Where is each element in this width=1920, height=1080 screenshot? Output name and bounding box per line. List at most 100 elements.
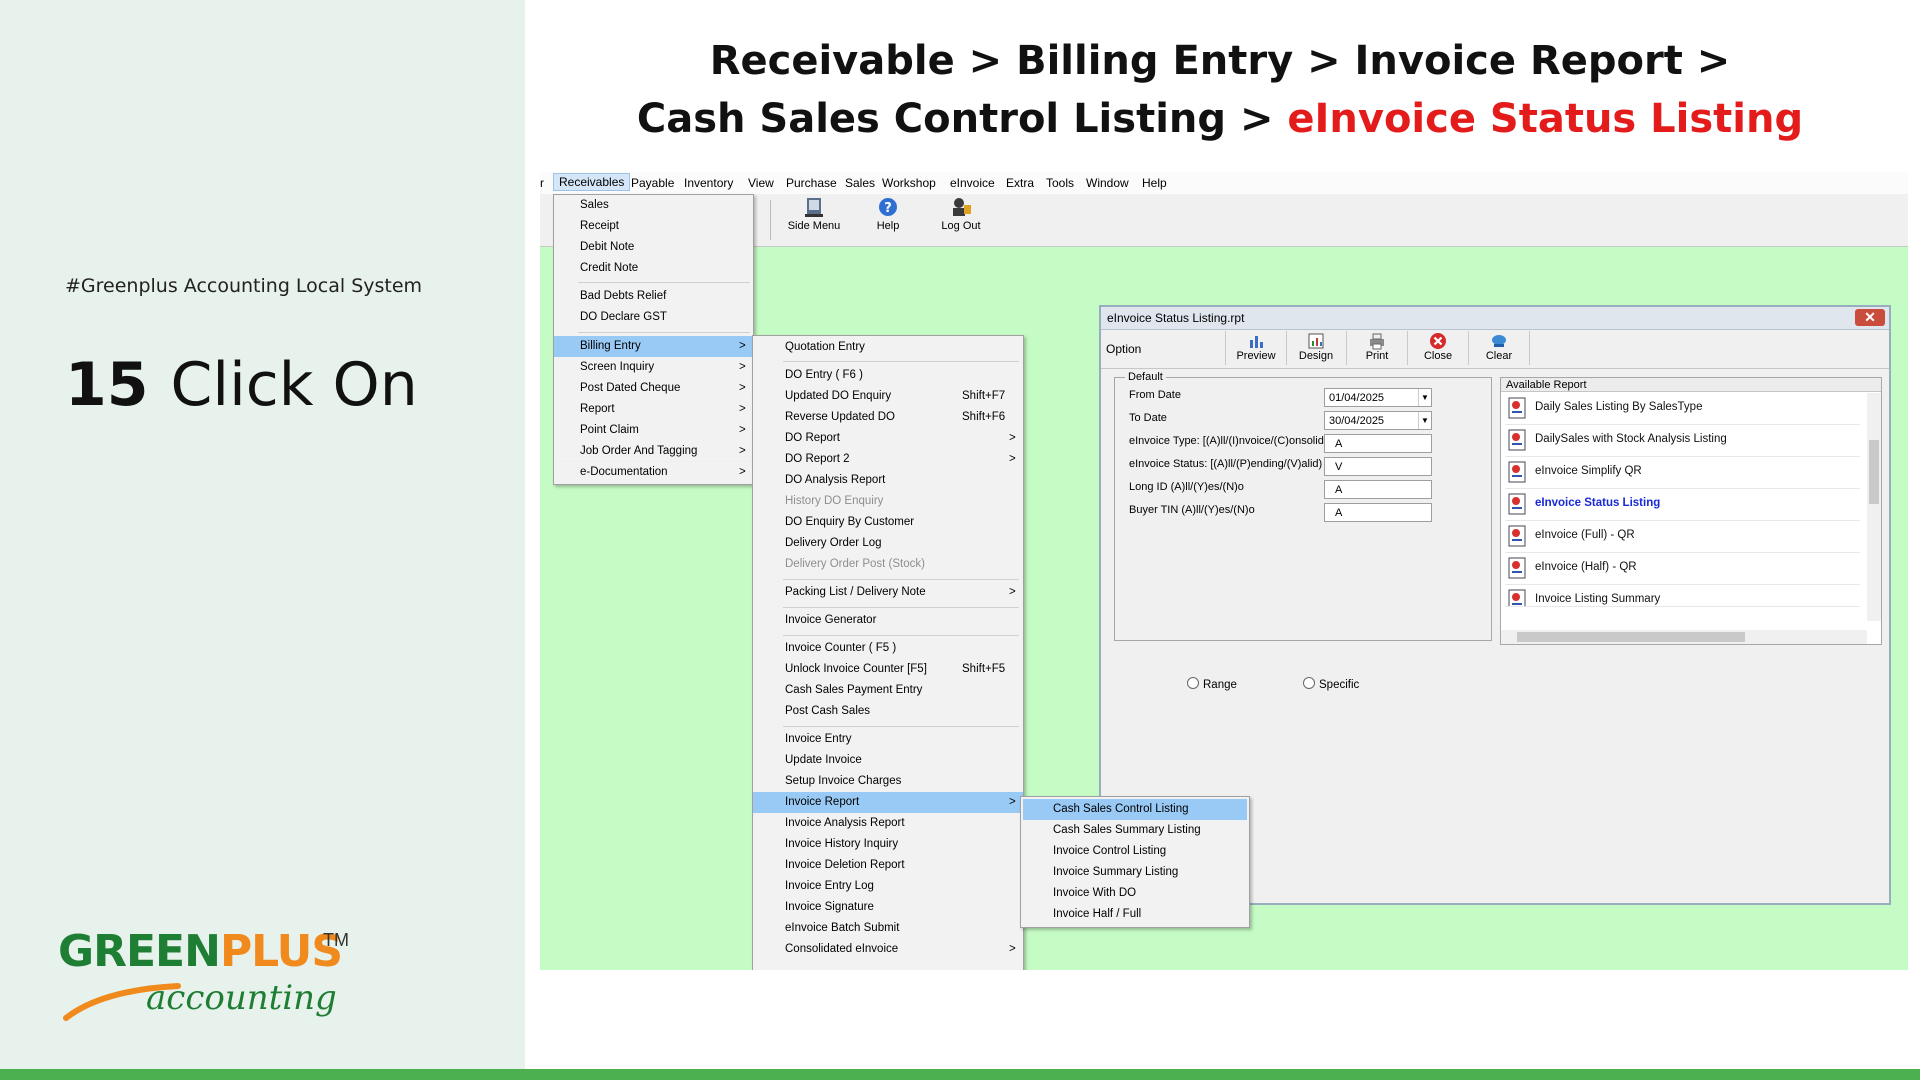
window-close-button[interactable]: ✕ [1855,309,1885,326]
menu-item-delivery-order-log[interactable]: Delivery Order Log [753,533,1023,554]
to-date-field[interactable]: 30/04/2025 ▼ [1324,411,1432,430]
specific-radio[interactable]: Specific [1303,677,1359,691]
menu-item-invoice-half-full[interactable]: Invoice Half / Full [1021,904,1249,925]
menu-view[interactable]: View [748,176,774,190]
menu-item-invoice-report[interactable]: Invoice Report > [753,792,1023,813]
menu-window[interactable]: Window [1086,176,1129,190]
menu-help[interactable]: Help [1142,176,1167,190]
horizontal-scrollbar[interactable] [1501,630,1867,644]
menu-item-billing-entry[interactable]: Billing Entry > [554,336,753,357]
close-button[interactable]: Close [1408,331,1469,365]
menu-clipped-item[interactable]: r [540,176,544,190]
menu-item-invoice-history-inquiry[interactable]: Invoice History Inquiry [753,834,1023,855]
menu-extra[interactable]: Extra [1006,176,1034,190]
menu-item-setup-invoice-charges[interactable]: Setup Invoice Charges [753,771,1023,792]
menu-item-do-report[interactable]: DO Report > [753,428,1023,449]
report-list-item[interactable]: eInvoice Simplify QR [1505,456,1860,489]
menu-item-sales[interactable]: Sales [554,195,753,216]
report-list-item[interactable]: DailySales with Stock Analysis Listing [1505,424,1860,457]
menu-tools[interactable]: Tools [1046,176,1074,190]
menu-item-invoice-control-listing[interactable]: Invoice Control Listing [1021,841,1249,862]
report-list-item[interactable]: eInvoice (Full) - QR [1505,520,1860,553]
report-list-item[interactable]: eInvoice (Half) - QR [1505,552,1860,585]
menu-item-invoice-summary-listing[interactable]: Invoice Summary Listing [1021,862,1249,883]
menu-sales[interactable]: Sales [845,176,875,190]
menu-item-invoice-signature[interactable]: Invoice Signature [753,897,1023,918]
menu-item-invoice-entry-log[interactable]: Invoice Entry Log [753,876,1023,897]
clear-button[interactable]: Clear [1469,331,1530,365]
scrollbar-thumb[interactable] [1517,632,1745,642]
report-list-item-selected[interactable]: eInvoice Status Listing [1505,488,1860,521]
menu-separator [783,607,1019,608]
print-button[interactable]: Print [1347,331,1408,365]
menu-item-do-declare-gst[interactable]: DO Declare GST [554,307,753,328]
menu-item-invoice-entry[interactable]: Invoice Entry [753,729,1023,750]
scrollbar-thumb[interactable] [1869,440,1879,504]
menu-item-unlock-invoice-counter[interactable]: Unlock Invoice Counter [F5] Shift+F5 [753,659,1023,680]
menu-item-do-enquiry-by-customer[interactable]: DO Enquiry By Customer [753,512,1023,533]
menu-item-label: Invoice Summary Listing [1053,866,1179,878]
menu-receivables[interactable]: Receivables [553,173,631,191]
menu-item-point-claim[interactable]: Point Claim > [554,420,753,441]
toolbar-separator [770,200,771,240]
menu-item-invoice-with-do[interactable]: Invoice With DO [1021,883,1249,904]
side-menu-button[interactable]: Side Menu [786,196,842,232]
menu-item-post-dated-cheque[interactable]: Post Dated Cheque > [554,378,753,399]
menu-item-do-entry[interactable]: DO Entry ( F6 ) [753,365,1023,386]
design-button[interactable]: Design [1286,331,1347,365]
from-date-field[interactable]: 01/04/2025 ▼ [1324,388,1432,407]
menu-item-post-cash-sales[interactable]: Post Cash Sales [753,701,1023,722]
menu-item-reverse-updated-do[interactable]: Reverse Updated DO Shift+F6 [753,407,1023,428]
menu-item-cash-sales-control-listing[interactable]: Cash Sales Control Listing [1023,799,1247,820]
report-list-item-label: eInvoice Simplify QR [1535,465,1642,477]
menu-item-cash-sales-payment-entry[interactable]: Cash Sales Payment Entry [753,680,1023,701]
chevron-down-icon[interactable]: ▼ [1418,412,1431,429]
menu-item-e-documentation[interactable]: e-Documentation > [554,462,753,483]
menu-item-invoice-analysis-report[interactable]: Invoice Analysis Report [753,813,1023,834]
menu-item-debit-note[interactable]: Debit Note [554,237,753,258]
vertical-scrollbar[interactable] [1867,393,1881,621]
report-list-item-label: Daily Sales Listing By SalesType [1535,401,1703,413]
menu-item-label: Invoice Control Listing [1053,845,1167,857]
menu-item-invoice-counter[interactable]: Invoice Counter ( F5 ) [753,638,1023,659]
menu-item-do-report-2[interactable]: DO Report 2 > [753,449,1023,470]
menu-einvoice[interactable]: eInvoice [950,176,995,190]
chevron-right-icon: > [739,445,746,457]
help-button[interactable]: ? Help [870,196,906,232]
menu-item-update-invoice[interactable]: Update Invoice [753,750,1023,771]
einvoice-status-field[interactable]: V [1324,457,1432,476]
preview-button[interactable]: Preview [1225,331,1287,365]
menu-item-consolidated-einvoice[interactable]: Consolidated eInvoice > [753,939,1023,960]
menu-inventory[interactable]: Inventory [684,176,733,190]
menu-item-receipt[interactable]: Receipt [554,216,753,237]
menu-item-do-analysis-report[interactable]: DO Analysis Report [753,470,1023,491]
menu-payable[interactable]: Payable [631,176,674,190]
menu-item-label: DO Enquiry By Customer [785,516,915,528]
menu-item-cash-sales-summary-listing[interactable]: Cash Sales Summary Listing [1021,820,1249,841]
menu-item-invoice-deletion-report[interactable]: Invoice Deletion Report [753,855,1023,876]
menu-item-quotation-entry[interactable]: Quotation Entry [753,337,1023,358]
buyer-tin-field[interactable]: A [1324,503,1432,522]
menu-item-label: DO Analysis Report [785,474,886,486]
menu-item-packing-list[interactable]: Packing List / Delivery Note > [753,582,1023,603]
menu-item-bad-debts-relief[interactable]: Bad Debts Relief [554,286,753,307]
report-list-item[interactable]: Daily Sales Listing By SalesType [1505,392,1860,425]
long-id-field[interactable]: A [1324,480,1432,499]
menu-item-job-order[interactable]: Job Order And Tagging > [554,441,753,462]
menu-workshop[interactable]: Workshop [882,176,936,190]
einvoice-type-field[interactable]: A [1324,434,1432,453]
report-list-item[interactable]: Invoice Listing Summary [1505,584,1860,607]
chevron-down-icon[interactable]: ▼ [1418,389,1431,406]
menu-item-credit-note[interactable]: Credit Note [554,258,753,279]
menu-item-invoice-generator[interactable]: Invoice Generator [753,610,1023,631]
menu-item-report[interactable]: Report > [554,399,753,420]
menu-item-updated-do-enquiry[interactable]: Updated DO Enquiry Shift+F7 [753,386,1023,407]
menu-item-einvoice-batch-submit[interactable]: eInvoice Batch Submit [753,918,1023,939]
menu-item-screen-inquiry[interactable]: Screen Inquiry > [554,357,753,378]
range-radio[interactable]: Range [1187,677,1237,691]
menu-purchase[interactable]: Purchase [786,176,837,190]
preview-icon [1250,336,1263,348]
default-legend: Default [1125,371,1166,383]
preview-label: Preview [1236,350,1276,362]
log-out-button[interactable]: Log Out [936,196,986,232]
